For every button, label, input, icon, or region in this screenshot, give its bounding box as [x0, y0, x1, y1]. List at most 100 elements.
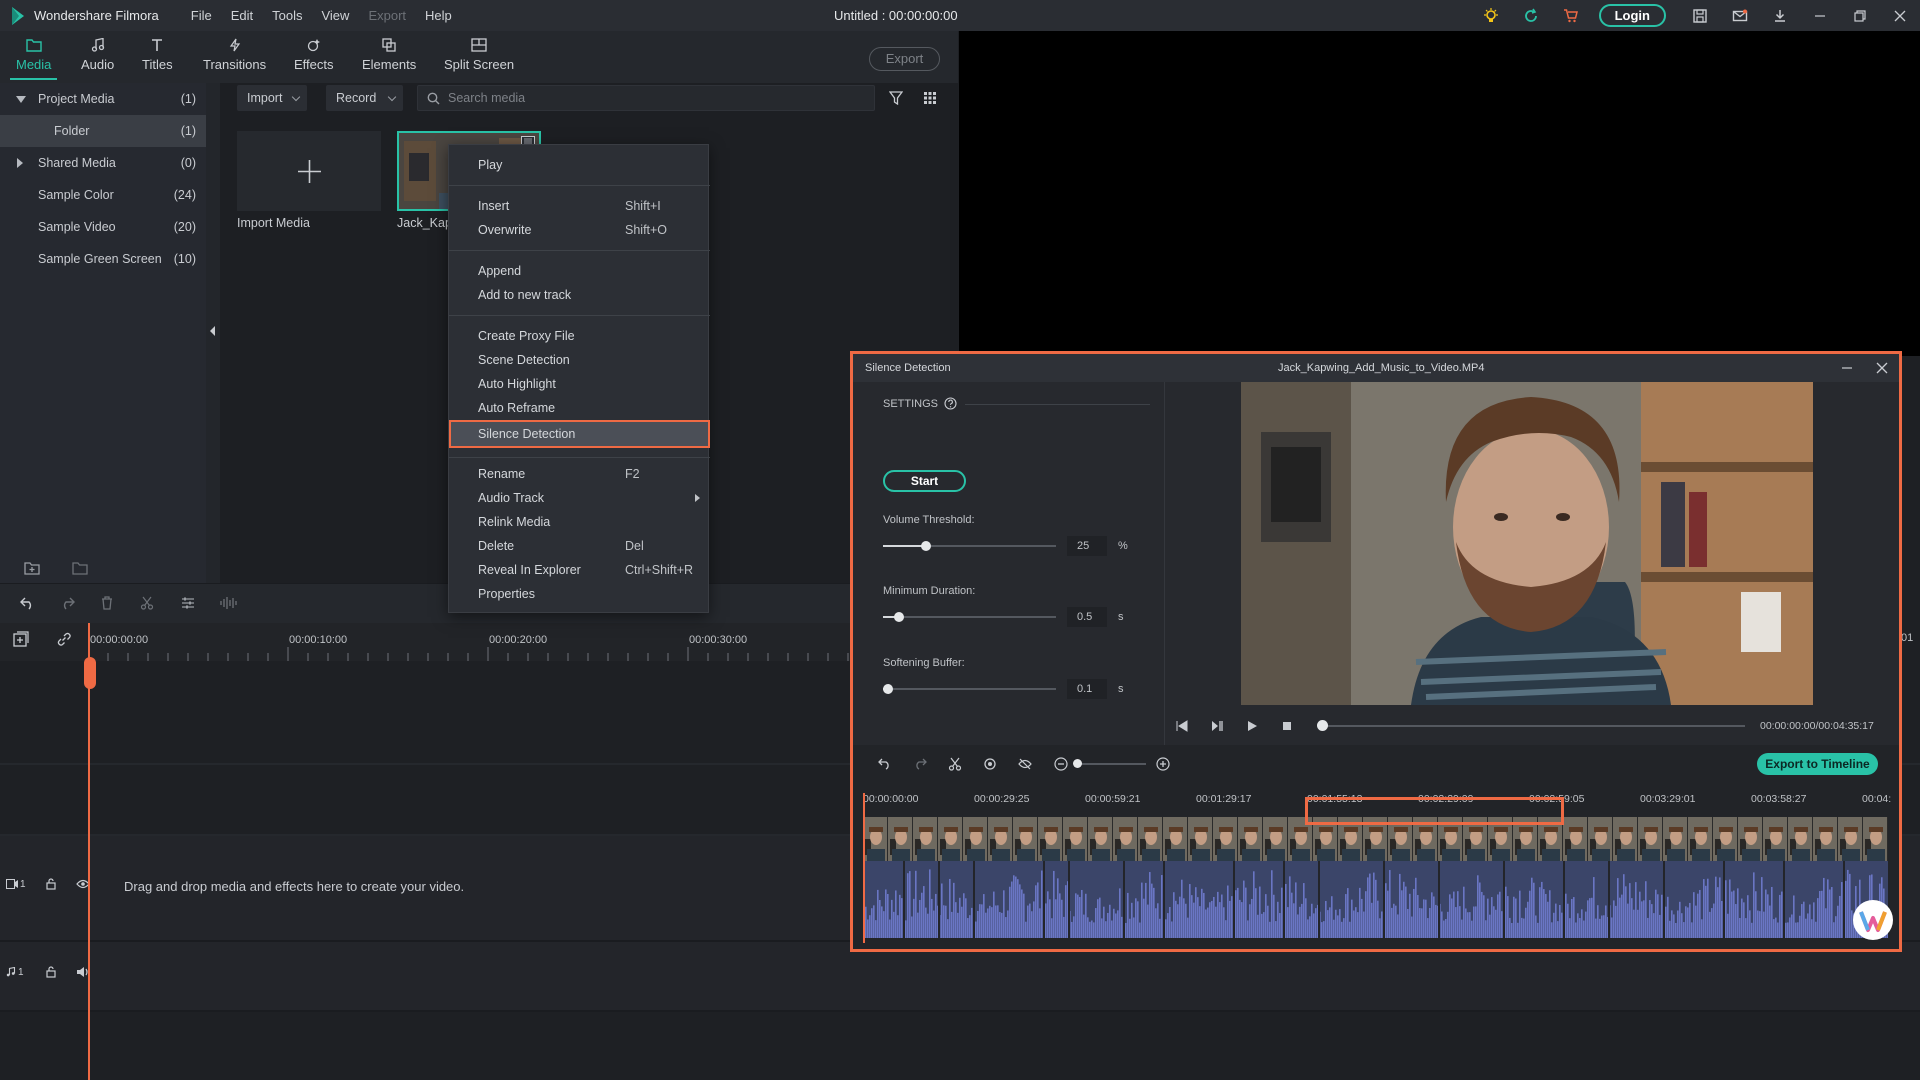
menu-item-rename[interactable]: Rename F2 [449, 462, 710, 486]
adjust-icon[interactable] [181, 596, 195, 610]
filter-icon[interactable] [889, 91, 903, 105]
tab-audio[interactable]: Audio [81, 36, 114, 72]
save-icon[interactable] [1680, 0, 1720, 31]
menu-item-audio-track[interactable]: Audio Track [449, 486, 710, 510]
wondershare-logo-icon[interactable] [1853, 900, 1893, 940]
timeline-ruler[interactable]: 00:00:00:00 00:00:10:00 00:00:20:00 00:0… [0, 623, 958, 661]
export-to-timeline-button[interactable]: Export to Timeline [1757, 753, 1878, 775]
menu-item-relink-media[interactable]: Relink Media [449, 510, 710, 534]
tab-media[interactable]: Media [9, 36, 58, 80]
menu-item-properties[interactable]: Properties [449, 582, 710, 606]
search-input[interactable] [448, 91, 848, 105]
play-icon[interactable] [1246, 720, 1258, 732]
menu-item-add-to-new-track[interactable]: Add to new track [449, 283, 710, 307]
minimum-duration-value[interactable]: 0.5 [1067, 607, 1107, 627]
menu-item-create-proxy-file[interactable]: Create Proxy File [449, 324, 710, 348]
search-box[interactable] [417, 85, 875, 111]
record-dropdown[interactable]: Record [326, 85, 403, 111]
redo-icon[interactable] [59, 596, 75, 610]
cut-icon[interactable] [140, 596, 154, 610]
menu-item-reveal-in-explorer[interactable]: Reveal In Explorer Ctrl+Shift+R [449, 558, 710, 582]
menu-edit[interactable]: Edit [231, 8, 253, 23]
menu-file[interactable]: File [191, 8, 212, 23]
timeline-playhead[interactable] [88, 623, 90, 1080]
minimize-icon[interactable] [1841, 363, 1853, 373]
playback-progress-bar[interactable] [1323, 725, 1745, 727]
download-icon[interactable] [1760, 0, 1800, 31]
tab-titles[interactable]: Titles [142, 36, 173, 72]
menu-item-scene-detection[interactable]: Scene Detection [449, 348, 710, 372]
menu-item-silence-detection[interactable]: Silence Detection [449, 420, 710, 448]
minimum-duration-slider[interactable] [883, 612, 1056, 622]
menu-item-auto-reframe[interactable]: Auto Reframe [449, 396, 710, 420]
undo-icon[interactable] [20, 596, 36, 610]
zoom-slider[interactable] [1076, 763, 1146, 765]
tab-transitions[interactable]: Transitions [203, 36, 266, 72]
lock-icon[interactable] [45, 966, 56, 978]
eye-off-icon[interactable] [1018, 757, 1032, 771]
panel-splitter[interactable] [206, 83, 220, 583]
menu-item-insert[interactable]: Insert Shift+I [449, 194, 710, 218]
menu-item-delete[interactable]: Delete Del [449, 534, 710, 558]
playback-progress-handle[interactable] [1317, 720, 1328, 731]
menu-tools[interactable]: Tools [272, 8, 302, 23]
collapse-left-icon[interactable] [210, 326, 216, 336]
softening-buffer-slider[interactable] [883, 684, 1056, 694]
lock-icon[interactable] [45, 878, 56, 890]
volume-threshold-value[interactable]: 25 [1067, 536, 1107, 556]
cut-icon[interactable] [948, 757, 962, 771]
new-folder-icon[interactable] [24, 561, 40, 575]
menu-item-play[interactable]: Play [449, 153, 710, 177]
redo-icon[interactable] [913, 758, 927, 770]
link-icon[interactable] [56, 631, 72, 647]
softening-buffer-value[interactable]: 0.1 [1067, 679, 1107, 699]
playhead-handle[interactable] [84, 657, 96, 689]
sync-icon[interactable] [1511, 0, 1551, 31]
target-icon[interactable] [983, 757, 997, 771]
help-icon[interactable] [944, 397, 957, 410]
close-icon[interactable] [1880, 0, 1920, 31]
zoom-out-icon[interactable] [1054, 757, 1068, 771]
cart-icon[interactable] [1551, 0, 1591, 31]
delete-icon[interactable] [100, 596, 114, 610]
minimize-icon[interactable] [1800, 0, 1840, 31]
step-back-icon[interactable] [1176, 720, 1188, 732]
sidebar-item-folder[interactable]: Folder (1) [0, 115, 206, 147]
minimum-duration-handle[interactable] [893, 612, 904, 622]
mail-icon[interactable] [1720, 0, 1760, 31]
login-button[interactable]: Login [1598, 4, 1666, 27]
menu-item-append[interactable]: Append [449, 259, 710, 283]
add-track-icon[interactable] [13, 631, 29, 647]
sidebar-item-sample-video[interactable]: Sample Video (20) [0, 211, 206, 243]
restore-icon[interactable] [1840, 0, 1880, 31]
dialog-playhead[interactable] [863, 793, 865, 943]
stop-icon[interactable] [1281, 720, 1293, 732]
menu-help[interactable]: Help [425, 8, 452, 23]
sidebar-item-shared-media[interactable]: Shared Media (0) [0, 147, 206, 179]
tab-split-screen[interactable]: Split Screen [444, 36, 514, 72]
import-media-tile[interactable] [237, 131, 381, 211]
softening-buffer-handle[interactable] [883, 684, 894, 694]
audio-waveform-icon[interactable] [219, 596, 237, 610]
audio-waveform[interactable] [863, 861, 1888, 938]
start-button[interactable]: Start [883, 470, 966, 492]
folder-icon[interactable] [72, 561, 88, 575]
menu-view[interactable]: View [321, 8, 349, 23]
lightbulb-icon[interactable] [1471, 0, 1511, 31]
expand-down-icon[interactable] [16, 96, 26, 103]
zoom-in-icon[interactable] [1156, 757, 1170, 771]
sidebar-item-sample-green-screen[interactable]: Sample Green Screen (10) [0, 243, 206, 275]
volume-threshold-slider[interactable] [883, 541, 1056, 551]
zoom-slider-handle[interactable] [1073, 759, 1082, 768]
sidebar-item-sample-color[interactable]: Sample Color (24) [0, 179, 206, 211]
import-dropdown[interactable]: Import [237, 85, 307, 111]
volume-threshold-handle[interactable] [921, 541, 932, 551]
close-icon[interactable] [1876, 362, 1888, 374]
export-button[interactable]: Export [869, 47, 940, 71]
play-pause-icon[interactable] [1211, 720, 1223, 732]
expand-right-icon[interactable] [17, 158, 23, 168]
undo-icon[interactable] [878, 758, 892, 770]
audio-track-1[interactable] [0, 942, 1920, 1010]
menu-item-overwrite[interactable]: Overwrite Shift+O [449, 218, 710, 242]
tab-elements[interactable]: Elements [362, 36, 416, 72]
